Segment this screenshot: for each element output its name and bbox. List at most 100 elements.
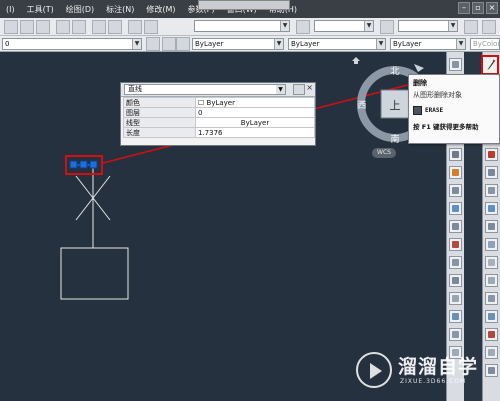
property-value[interactable]: ByLayer xyxy=(195,117,315,128)
region-icon[interactable] xyxy=(449,328,462,341)
toolbar-button[interactable] xyxy=(56,20,70,34)
eraser-icon xyxy=(487,59,496,70)
menu-item-tools[interactable]: 工具(T) xyxy=(21,4,60,15)
title-strip xyxy=(198,0,290,10)
plot-style-combo[interactable]: ByColor xyxy=(470,38,500,50)
lineweight-combo[interactable]: ByLayer ▼ xyxy=(390,38,466,50)
extend-icon[interactable] xyxy=(485,238,498,251)
toolbar-button[interactable] xyxy=(20,20,34,34)
toolbar-button[interactable] xyxy=(72,20,86,34)
lineweight-combo-value: ByLayer xyxy=(393,40,422,48)
chevron-down-icon: ▼ xyxy=(456,39,465,49)
toolbar-button[interactable] xyxy=(128,20,142,34)
wcs-menu[interactable]: WCS xyxy=(372,148,396,158)
revision-cloud-icon[interactable] xyxy=(449,184,462,197)
layer-button[interactable] xyxy=(162,37,176,51)
color-combo-value: ByLayer xyxy=(195,40,224,48)
grip-right xyxy=(89,160,98,169)
color-swatch-icon: ☐ xyxy=(198,98,207,107)
ellipse-icon[interactable] xyxy=(449,220,462,233)
chevron-down-icon: ▼ xyxy=(132,39,141,49)
property-value[interactable]: ☐ ByLayer xyxy=(195,97,315,108)
chevron-down-icon: ▼ xyxy=(364,21,373,31)
tooltip-command: ERASE xyxy=(425,107,444,114)
menu-item-draw[interactable]: 绘图(D) xyxy=(60,4,100,15)
property-key: 长度 xyxy=(123,127,196,138)
linetype-combo[interactable]: ByLayer ▼ xyxy=(288,38,386,50)
property-value[interactable]: 1.7376 xyxy=(195,127,315,138)
dim-style-combo[interactable]: ▼ xyxy=(314,20,374,32)
fillet-icon[interactable] xyxy=(485,310,498,323)
menu-item-dimension[interactable]: 标注(N) xyxy=(100,4,140,15)
layer-button[interactable] xyxy=(176,37,190,51)
chevron-down-icon: ▼ xyxy=(276,85,285,94)
layer-combo[interactable]: 0 ▼ xyxy=(2,38,142,50)
break-icon[interactable] xyxy=(485,256,498,269)
toolbar-button[interactable] xyxy=(380,20,394,34)
chevron-down-icon: ▼ xyxy=(448,21,457,31)
color-combo[interactable]: ByLayer ▼ xyxy=(192,38,284,50)
property-key: 图层 xyxy=(123,107,196,118)
point-icon[interactable] xyxy=(449,274,462,287)
trim-icon[interactable] xyxy=(485,220,498,233)
quick-select-icon[interactable] xyxy=(293,84,305,95)
watermark-url: ZIXUE.3D66.COM xyxy=(400,378,467,385)
make-block-icon[interactable] xyxy=(449,256,462,269)
join-icon[interactable] xyxy=(485,274,498,287)
cube-face-label: 上 xyxy=(390,99,401,112)
table-style-combo[interactable]: ▼ xyxy=(398,20,458,32)
toolbar-button[interactable] xyxy=(482,20,496,34)
command-icon xyxy=(413,106,422,115)
object-type-select[interactable]: 直线 ▼ xyxy=(124,84,286,95)
toolbar-button[interactable] xyxy=(92,20,106,34)
restore-icon[interactable]: ▫ xyxy=(472,2,484,14)
close-icon[interactable]: × xyxy=(486,2,498,14)
tooltip-title: 删除 xyxy=(413,79,427,87)
toolbar-button[interactable] xyxy=(4,20,18,34)
palette-tool-icon[interactable] xyxy=(485,346,498,359)
spline-icon[interactable] xyxy=(449,202,462,215)
tooltip-description: 从图形删除对象 xyxy=(413,91,462,99)
tooltip-help: 按 F1 键获得更多帮助 xyxy=(413,123,479,131)
circle-icon[interactable] xyxy=(449,166,462,179)
play-logo-icon xyxy=(356,352,392,388)
explode-icon[interactable] xyxy=(485,328,498,341)
minimize-icon[interactable]: – xyxy=(458,2,470,14)
standard-toolbar: ▼ ▼ ▼ xyxy=(0,18,500,36)
toolbar-button[interactable] xyxy=(36,20,50,34)
menu-bar: (I) 工具(T) 绘图(D) 标注(N) 修改(M) 参数(P) 窗口(W) … xyxy=(0,0,500,18)
linetype-combo-value: ByLayer xyxy=(291,40,320,48)
compass-north: 北 xyxy=(390,66,399,77)
toolbar-button[interactable] xyxy=(296,20,310,34)
gradient-icon[interactable] xyxy=(449,310,462,323)
chevron-down-icon: ▼ xyxy=(376,39,385,49)
stretch-icon[interactable] xyxy=(485,202,498,215)
arc-icon[interactable] xyxy=(449,148,462,161)
plot-style-combo-value: ByColor xyxy=(473,40,500,48)
property-value[interactable]: 0 xyxy=(195,107,315,118)
chamfer-icon[interactable] xyxy=(485,292,498,305)
text-style-combo[interactable]: ▼ xyxy=(194,20,290,32)
toolbar-button[interactable] xyxy=(144,20,158,34)
line-icon[interactable] xyxy=(449,58,462,71)
rotate-icon[interactable] xyxy=(485,166,498,179)
property-key: 线型 xyxy=(123,117,196,128)
table-row: 线型 ByLayer xyxy=(123,117,315,128)
insert-block-icon[interactable] xyxy=(449,238,462,251)
toolbar-button[interactable] xyxy=(464,20,478,34)
scale-icon[interactable] xyxy=(485,184,498,197)
close-icon[interactable]: × xyxy=(306,83,313,92)
chevron-down-icon: ▼ xyxy=(280,21,289,31)
hatch-icon[interactable] xyxy=(449,292,462,305)
palette-tool-icon[interactable] xyxy=(485,364,498,377)
layer-combo-value: 0 xyxy=(5,40,10,48)
erase-button[interactable] xyxy=(481,55,499,75)
toolbar-button[interactable] xyxy=(108,20,122,34)
menu-item-partial[interactable]: (I) xyxy=(0,5,21,14)
layers-properties-toolbar: 0 ▼ ByLayer ▼ ByLayer ▼ ByLayer ▼ ByColo… xyxy=(0,36,500,52)
table-row: 颜色 ☐ ByLayer xyxy=(123,97,315,108)
move-icon[interactable] xyxy=(485,148,498,161)
grip-middle xyxy=(79,160,88,169)
layer-button[interactable] xyxy=(146,37,160,51)
menu-item-modify[interactable]: 修改(M) xyxy=(140,4,181,15)
